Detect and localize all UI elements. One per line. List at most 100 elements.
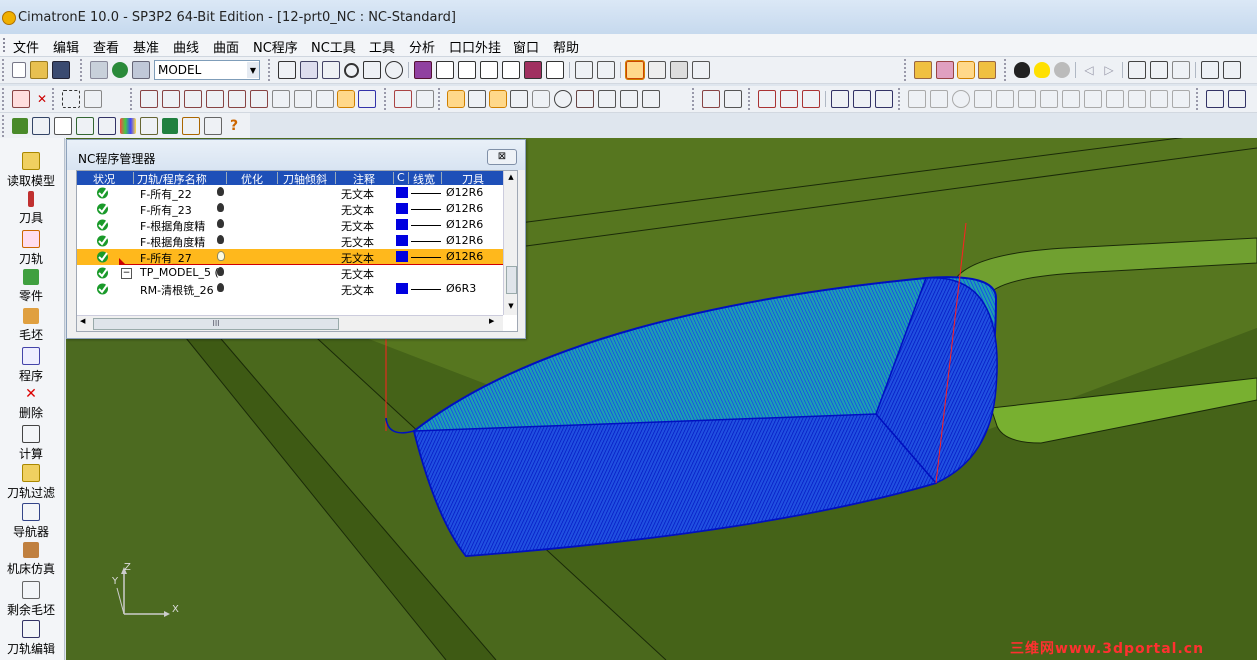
- info-icon[interactable]: [554, 90, 572, 108]
- xyz-icon[interactable]: [1150, 90, 1168, 108]
- nc-2-icon[interactable]: [416, 90, 434, 108]
- nc-table-icon[interactable]: [489, 90, 507, 108]
- pan-icon[interactable]: [363, 61, 381, 79]
- color-swatch[interactable]: [396, 251, 408, 262]
- nc-report-icon[interactable]: [510, 90, 528, 108]
- nc-panel-titlebar[interactable]: NC程序管理器 ⊠: [67, 140, 525, 170]
- open-folder-icon[interactable]: [30, 61, 48, 79]
- green-eye-icon[interactable]: [112, 62, 128, 78]
- table-row[interactable]: F-根据角度精 无文本 Ø12R6: [77, 233, 503, 249]
- nc-angle-icon[interactable]: [76, 117, 94, 135]
- swap-icon[interactable]: [358, 90, 376, 108]
- nc-1-icon[interactable]: [394, 90, 412, 108]
- btn-toolpath[interactable]: 刀轨: [0, 230, 62, 267]
- lightbulb-on-icon[interactable]: [1034, 62, 1050, 78]
- table-row[interactable]: − TP_MODEL_5 ( 无文本: [77, 265, 503, 281]
- cimatron-app-icon[interactable]: [2, 11, 16, 25]
- arrow-right-icon[interactable]: ▷: [1101, 62, 1117, 78]
- menu-file[interactable]: 文件: [13, 37, 39, 56]
- trim-icon[interactable]: [1062, 90, 1080, 108]
- btn-machine-sim[interactable]: 机床仿真: [0, 542, 62, 577]
- hscroll-thumb[interactable]: III: [93, 318, 339, 330]
- nc-tree-icon[interactable]: [620, 90, 638, 108]
- angle-icon[interactable]: [1084, 90, 1102, 108]
- frame-red-icon[interactable]: [936, 61, 954, 79]
- nc-list-icon[interactable]: [468, 90, 486, 108]
- menu-curve[interactable]: 曲线: [173, 37, 199, 56]
- nc-post-icon[interactable]: [182, 117, 200, 135]
- geom-active-icon[interactable]: [337, 90, 355, 108]
- col-color[interactable]: C: [397, 171, 405, 184]
- lightbulb-grey-icon[interactable]: [1054, 62, 1070, 78]
- line-icon[interactable]: [908, 90, 926, 108]
- color-swatch[interactable]: [396, 235, 408, 246]
- scroll-down-icon[interactable]: ▼: [504, 302, 517, 310]
- menu-plugin[interactable]: 口口外挂: [449, 37, 501, 56]
- scroll-up-icon[interactable]: ▲: [504, 173, 517, 181]
- geom-7-icon[interactable]: [272, 90, 290, 108]
- view-front-icon[interactable]: [436, 61, 454, 79]
- scroll-thumb[interactable]: [506, 266, 517, 294]
- surface-2-icon[interactable]: [780, 90, 798, 108]
- sketch-pen-icon[interactable]: [702, 90, 720, 108]
- surface-1-icon[interactable]: [758, 90, 776, 108]
- menu-help[interactable]: 帮助: [553, 37, 579, 56]
- view-cube-iso-icon[interactable]: [414, 61, 432, 79]
- rect-icon[interactable]: [1018, 90, 1036, 108]
- view-orient-icon[interactable]: [597, 61, 615, 79]
- btn-delete[interactable]: ✕ 删除: [0, 386, 62, 421]
- model-select[interactable]: MODEL ▼: [154, 60, 260, 80]
- axis-3-icon[interactable]: [875, 90, 893, 108]
- zoom-icon[interactable]: [344, 62, 359, 78]
- zoom-area-icon[interactable]: [322, 61, 340, 79]
- geom-1-icon[interactable]: [140, 90, 158, 108]
- nc-fold-icon[interactable]: [598, 90, 616, 108]
- menu-datum[interactable]: 基准: [133, 37, 159, 56]
- nc-hierarchy-icon[interactable]: [32, 117, 50, 135]
- geom-4-icon[interactable]: [206, 90, 224, 108]
- delete-x-icon[interactable]: ✕: [34, 91, 50, 107]
- lightbulb-icon[interactable]: [217, 235, 224, 244]
- nc-green-icon[interactable]: [12, 118, 28, 134]
- zoom-window-icon[interactable]: [300, 61, 318, 79]
- btn-part[interactable]: 零件: [0, 269, 62, 304]
- nc-settings-icon[interactable]: [204, 117, 222, 135]
- nc-tool-icon[interactable]: [576, 90, 594, 108]
- btn-remaining-stock[interactable]: 剩余毛坯: [0, 581, 62, 618]
- spline-icon[interactable]: [996, 90, 1014, 108]
- model-tree-icon[interactable]: [132, 61, 150, 79]
- lightbulb-on-icon[interactable]: [217, 251, 225, 261]
- lightbulb-icon[interactable]: [217, 187, 224, 196]
- points-icon[interactable]: [1172, 90, 1190, 108]
- axis-1-icon[interactable]: [831, 90, 849, 108]
- nc-help-icon[interactable]: [532, 90, 550, 108]
- nc-color-icon[interactable]: [120, 118, 136, 134]
- geom-8-icon[interactable]: [294, 90, 312, 108]
- psi-icon[interactable]: [1206, 90, 1224, 108]
- menu-nc-program[interactable]: NC程序: [253, 37, 298, 56]
- chevron-down-icon[interactable]: ▼: [247, 62, 259, 78]
- arrow-left-icon[interactable]: ◁: [1081, 62, 1097, 78]
- color-swatch[interactable]: [396, 203, 408, 214]
- lightbulb-icon[interactable]: [217, 219, 224, 228]
- menu-nc-tools[interactable]: NC工具: [311, 37, 356, 56]
- menu-tools[interactable]: 工具: [369, 37, 395, 56]
- paste-icon[interactable]: [1223, 61, 1241, 79]
- cross-icon[interactable]: [1040, 90, 1058, 108]
- nc-param-icon[interactable]: [98, 117, 116, 135]
- geom-6-icon[interactable]: [250, 90, 268, 108]
- lightbulb-icon[interactable]: [217, 203, 224, 212]
- btn-navigator[interactable]: 导航器: [0, 503, 62, 540]
- tangent-icon[interactable]: [1106, 90, 1124, 108]
- network-icon[interactable]: [1128, 61, 1146, 79]
- btn-toolpath-filter[interactable]: 刀轨过滤: [0, 464, 62, 501]
- btn-tool[interactable]: 刀具: [0, 191, 62, 226]
- menu-grip[interactable]: [3, 38, 8, 52]
- lightbulb-off-icon[interactable]: [1014, 62, 1030, 78]
- close-button[interactable]: ⊠: [487, 149, 517, 165]
- sheet-icon[interactable]: [90, 61, 108, 79]
- menu-view[interactable]: 查看: [93, 37, 119, 56]
- btn-load-model[interactable]: 读取模型: [0, 152, 62, 189]
- table-row-selected[interactable]: F-所有_27 无文本 Ø12R6: [77, 249, 503, 265]
- surface-3-icon[interactable]: [802, 90, 820, 108]
